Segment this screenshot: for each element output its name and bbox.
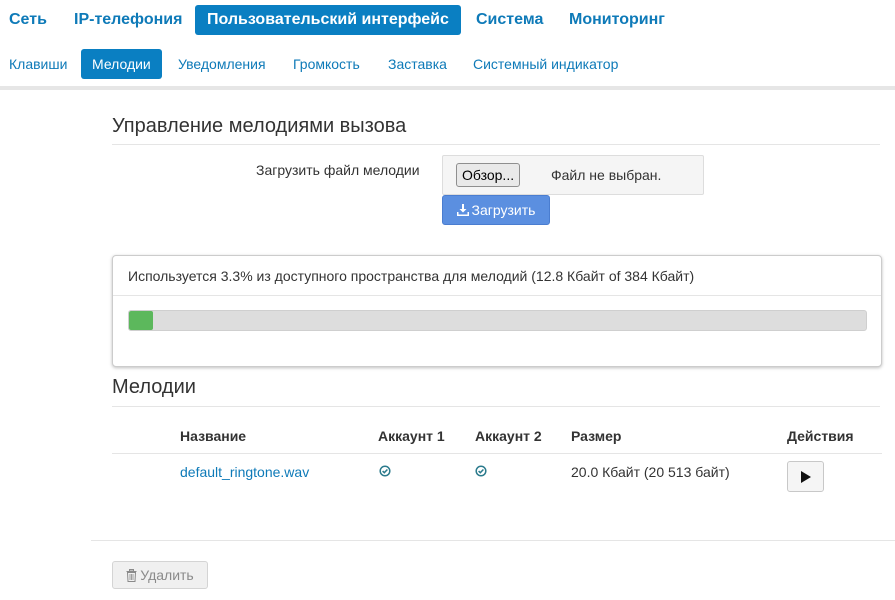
melodies-title: Мелодии <box>112 376 196 398</box>
nav-system[interactable]: Система <box>464 5 555 35</box>
ringtone-management-title: Управление мелодиями вызова <box>112 115 407 137</box>
column-account-1: Аккаунт 1 <box>378 428 445 444</box>
trash-icon <box>126 569 137 582</box>
file-status: Файл не выбран. <box>551 167 662 183</box>
column-name: Название <box>180 428 247 444</box>
section-divider <box>112 144 880 145</box>
nav-divider <box>0 86 895 90</box>
browse-button[interactable]: Обзор... <box>456 163 521 187</box>
file-input[interactable]: Обзор... Файл не выбран. <box>442 155 704 195</box>
panel-divider <box>113 295 881 296</box>
storage-usage-text: Используется 3.3% из доступного простран… <box>128 268 695 284</box>
upload-button-label: Загрузить <box>471 202 536 218</box>
nav-ip-telephony[interactable]: IP-телефония <box>62 5 194 35</box>
upload-button[interactable]: Загрузить <box>442 195 550 225</box>
storage-progress-bar <box>128 310 867 331</box>
upload-label: Загрузить файл мелодии <box>256 162 420 178</box>
melodies-divider <box>112 406 880 407</box>
sub-navigation: Клавиши Мелодии Уведомления Громкость За… <box>0 49 895 79</box>
ringtone-name-link[interactable]: default_ringtone.wav <box>180 464 309 480</box>
column-actions: Действия <box>787 428 854 444</box>
check-circle-icon <box>379 465 391 477</box>
tab-notifications[interactable]: Уведомления <box>167 49 277 79</box>
tab-melodies[interactable]: Мелодии <box>81 49 162 79</box>
column-account-2: Аккаунт 2 <box>475 428 542 444</box>
tab-system-indicator[interactable]: Системный индикатор <box>462 49 629 79</box>
storage-progress-fill <box>129 311 154 330</box>
table-header-divider <box>112 453 882 454</box>
delete-button-label: Удалить <box>140 567 194 583</box>
delete-button[interactable]: Удалить <box>112 561 208 589</box>
footer-divider <box>91 540 895 541</box>
download-icon <box>456 204 469 216</box>
play-button[interactable] <box>787 461 824 492</box>
column-size: Размер <box>571 428 622 444</box>
storage-panel: Используется 3.3% из доступного простран… <box>112 255 882 367</box>
tab-keys[interactable]: Клавиши <box>0 49 78 79</box>
nav-network[interactable]: Сеть <box>0 5 59 35</box>
play-icon <box>801 471 811 483</box>
tab-screensaver[interactable]: Заставка <box>377 49 458 79</box>
nav-user-interface[interactable]: Пользовательский интерфейс <box>195 5 461 35</box>
top-navigation: Сеть IP-телефония Пользовательский интер… <box>0 5 895 35</box>
check-circle-icon <box>475 465 487 477</box>
nav-monitoring[interactable]: Мониторинг <box>557 5 677 35</box>
ringtone-size: 20.0 Кбайт (20 513 байт) <box>571 464 730 480</box>
tab-volume[interactable]: Громкость <box>282 49 371 79</box>
